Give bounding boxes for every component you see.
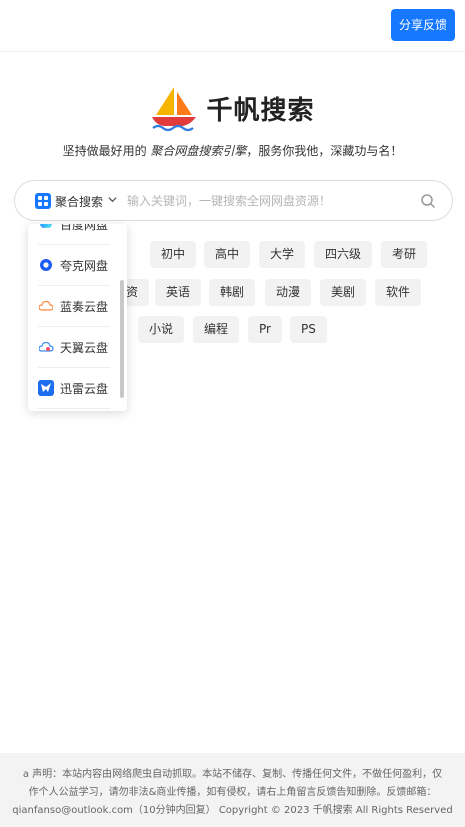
tag-item[interactable]: 编程 (193, 316, 240, 343)
baidu-pan-icon (38, 224, 54, 232)
engine-label: 聚合搜索 (55, 194, 104, 209)
tag-item[interactable]: 软件 (375, 279, 422, 306)
footer-line: qianfanso@outlook.com（10分钟内回复） Copyright… (12, 805, 453, 827)
tag-item[interactable]: Pr (248, 316, 282, 343)
tianyi-pan-icon (38, 339, 54, 355)
tag-item[interactable]: 考研 (381, 241, 428, 268)
footer-line: 作个人公益学习，请勿非法&商业传播，如有侵权，请右上角留言反馈告知删除。反馈邮箱… (28, 787, 437, 798)
brand: 千帆搜索 (0, 80, 465, 136)
tag-item[interactable]: 动漫 (265, 279, 312, 306)
dropdown-item-label: 迅雷云盘 (60, 381, 109, 396)
tag-item[interactable]: 初中 (150, 241, 197, 268)
tag-item[interactable]: 韩剧 (209, 279, 256, 306)
tagline-emphasis: 聚合网盘搜索引擎 (150, 144, 247, 158)
brand-name: 千帆搜索 (206, 95, 315, 126)
tagline-suffix: ，服务你我他，深藏功与名！ (246, 144, 403, 158)
search-box: 聚合搜索 (14, 180, 453, 221)
dropdown-item-label: 夸克网盘 (60, 258, 109, 273)
top-bar: 分享反馈 (0, 0, 465, 52)
xunlei-pan-icon (38, 380, 54, 396)
lanzou-pan-icon (38, 298, 54, 314)
tag-item[interactable]: 英语 (155, 279, 202, 306)
engine-dropdown: 百度网盘 夸克网盘 蓝奏云盘 天翼云盘 迅雷云盘 (28, 224, 127, 411)
sailboat-logo-icon (150, 83, 200, 133)
tag-item[interactable]: 高中 (204, 241, 251, 268)
chevron-down-icon (108, 195, 117, 207)
grid-icon (35, 193, 51, 209)
dropdown-item-label: 蓝奏云盘 (60, 299, 109, 314)
tag-item[interactable]: 美剧 (320, 279, 367, 306)
footer-disclaimer: a 声明：本站内容由网络爬虫自动抓取。本站不储存、复制、传播任何文件，不做任何盈… (0, 753, 465, 827)
dropdown-item-label: 百度网盘 (60, 224, 109, 232)
search-icon[interactable] (420, 193, 436, 213)
share-feedback-button[interactable]: 分享反馈 (391, 9, 455, 41)
search-input[interactable] (127, 190, 407, 212)
dropdown-item-xunlei[interactable]: 迅雷云盘 (38, 368, 110, 409)
tag-item[interactable]: 大学 (259, 241, 306, 268)
dropdown-item-quark[interactable]: 夸克网盘 (38, 245, 110, 286)
tag-item[interactable]: 四六级 (314, 241, 373, 268)
dropdown-scrollbar[interactable] (120, 280, 124, 398)
tag-item[interactable]: PS (290, 316, 327, 343)
dropdown-item-label: 天翼云盘 (60, 340, 109, 355)
engine-selector[interactable]: 聚合搜索 (35, 192, 117, 210)
tag-item[interactable]: 小说 (138, 316, 185, 343)
dropdown-item-tianyi[interactable]: 天翼云盘 (38, 327, 110, 368)
dropdown-item-lanzou[interactable]: 蓝奏云盘 (38, 286, 110, 327)
quark-pan-icon (38, 257, 54, 273)
tagline-prefix: 坚持做最好用的 (62, 144, 151, 158)
footer-line: a 声明：本站内容由网络爬虫自动抓取。本站不储存、复制、传播任何文件，不做任何盈… (22, 769, 443, 780)
tagline: 坚持做最好用的 聚合网盘搜索引擎，服务你我他，深藏功与名！ (0, 142, 465, 159)
dropdown-item-baidu[interactable]: 百度网盘 (38, 224, 110, 245)
